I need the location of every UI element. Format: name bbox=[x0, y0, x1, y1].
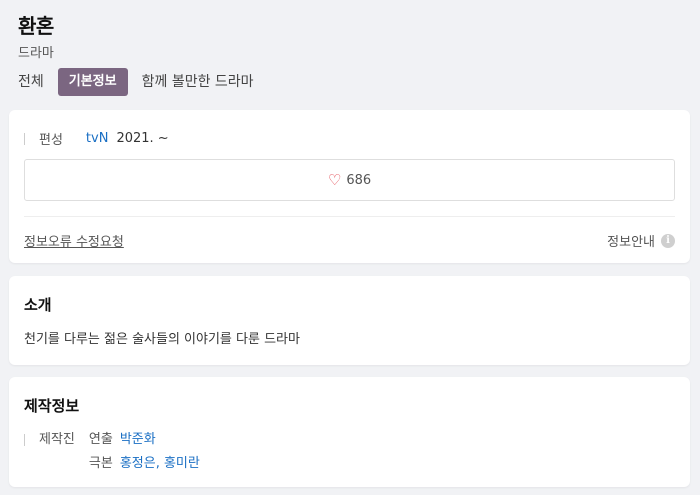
page-subtitle: 드라마 bbox=[18, 46, 54, 61]
channel-link[interactable]: tvN bbox=[86, 131, 109, 146]
page-title: 환혼 bbox=[18, 14, 54, 38]
production-title: 제작정보 bbox=[24, 397, 80, 415]
staff-list: 연출 박준화 극본 홍정은, 홍미란 bbox=[89, 428, 200, 476]
heart-icon: ♡ bbox=[327, 170, 342, 189]
staff-names-link[interactable]: 홍정은, 홍미란 bbox=[120, 452, 200, 476]
info-guide-button[interactable]: 정보안내 i bbox=[607, 231, 675, 250]
intro-title: 소개 bbox=[24, 296, 52, 314]
tab-bar: 전체 기본정보 함께 볼만한 드라마 bbox=[18, 68, 268, 96]
like-count: 686 bbox=[346, 172, 372, 188]
info-guide-label: 정보안내 bbox=[607, 235, 655, 250]
staff-role: 극본 bbox=[88, 456, 113, 471]
production-card: 제작정보 제작진 연출 박준화 극본 홍정은, 홍미란 bbox=[9, 377, 690, 487]
production-row: 제작진 연출 박준화 극본 홍정은, 홍미란 bbox=[24, 428, 200, 476]
staff-label: 제작진 bbox=[39, 432, 75, 447]
error-report-link[interactable]: 정보오류 수정요청 bbox=[24, 231, 124, 250]
card-divider bbox=[24, 216, 675, 217]
intro-card: 소개 천기를 다루는 젊은 술사들의 이야기를 다룬 드라마 bbox=[9, 276, 690, 365]
broadcast-date: 2021. ~ bbox=[116, 131, 169, 146]
broadcast-info-row: 편성 tvN 2021. ~ bbox=[24, 129, 169, 148]
tab-related-dramas[interactable]: 함께 볼만한 드라마 bbox=[142, 68, 254, 96]
staff-names-link[interactable]: 박준화 bbox=[120, 428, 156, 452]
info-icon: i bbox=[661, 233, 675, 248]
staff-item-director: 연출 박준화 bbox=[89, 428, 200, 452]
staff-item-writer: 극본 홍정은, 홍미란 bbox=[89, 452, 200, 476]
intro-text: 천기를 다루는 젊은 술사들의 이야기를 다룬 드라마 bbox=[24, 332, 300, 347]
basic-info-card: 편성 tvN 2021. ~ ♡ 686 정보오류 수정요청 정보안내 i bbox=[9, 110, 690, 263]
row-divider bbox=[24, 434, 25, 446]
tab-all[interactable]: 전체 bbox=[18, 68, 44, 96]
like-button[interactable]: ♡ 686 bbox=[24, 159, 675, 201]
page-header: 환혼 드라마 전체 기본정보 함께 볼만한 드라마 bbox=[0, 0, 700, 104]
broadcast-label: 편성 bbox=[39, 133, 63, 148]
staff-role: 연출 bbox=[88, 432, 113, 447]
tab-basic-info[interactable]: 기본정보 bbox=[57, 68, 128, 96]
row-divider bbox=[24, 132, 25, 145]
